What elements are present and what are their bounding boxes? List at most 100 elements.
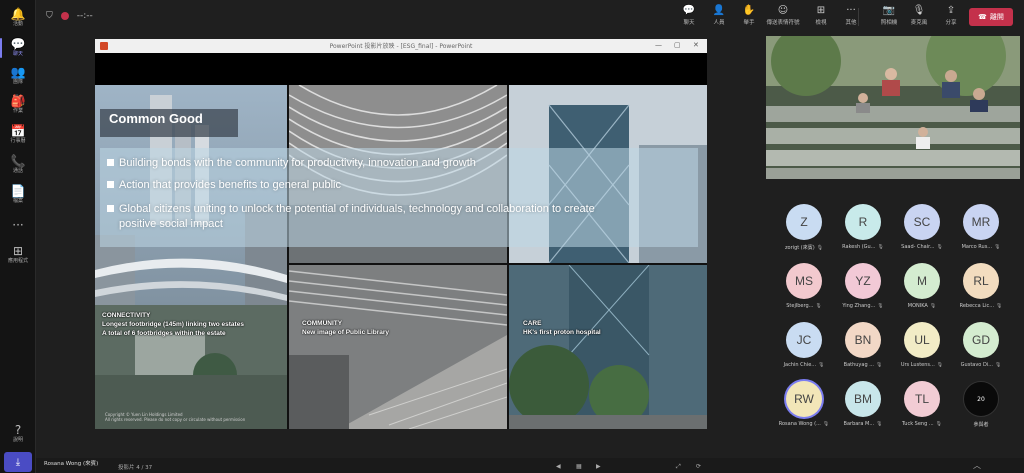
shared-window-title: PowerPoint 投影片放映 - [ESG_final] - PowerPo…	[329, 43, 473, 50]
rail-item-teams[interactable]: 👥 團隊	[0, 62, 36, 90]
caption-connectivity: CONNECTIVITY Longest footbridge (145m) l…	[102, 311, 244, 338]
participant-tile[interactable]: BN Bathuyag ... 🎙	[831, 314, 891, 374]
participant-tile[interactable]: YZ Ying Zhang... 🎙	[831, 255, 891, 315]
photo-hospital-street	[509, 265, 707, 429]
rail-item-more[interactable]: ···	[0, 211, 36, 239]
participant-tile[interactable]: RL Rebecca Lic... 🎙	[949, 255, 1009, 315]
mic-off-icon: 🎙	[996, 303, 1003, 309]
participant-name: Rebecca Lic... 🎙	[959, 303, 1003, 309]
more-button[interactable]: ··· 其他	[838, 5, 864, 31]
minimize-icon[interactable]: —	[655, 41, 662, 49]
rail-item-label: 通話	[12, 168, 23, 174]
bullet-3: Global citizens uniting to unlock the po…	[107, 203, 595, 215]
caption-community: COMMUNITY New image of Public Library	[302, 319, 389, 337]
toolbar-label: 分享	[945, 20, 957, 26]
view-button[interactable]: ⊞ 檢視	[808, 5, 834, 31]
participant-tile[interactable]: MS Stejlberg... 🎙	[772, 255, 832, 315]
rail-item-assignments[interactable]: 🎒 作業	[0, 91, 36, 119]
fullscreen-icon[interactable]: ⤢	[676, 463, 681, 471]
avatar: UL	[904, 322, 940, 358]
participant-gallery: Zzorigt (來賓) 🎙 R Rakesh (Gu... 🎙 SC Saad- Chai…	[766, 196, 1020, 446]
video-feed	[766, 36, 1020, 179]
chat-icon: 💬	[682, 5, 696, 16]
toolbar-label: 聊天	[683, 20, 695, 26]
participant-tile[interactable]: JC Jachin Chie... 🎙	[772, 314, 832, 374]
participant-tile[interactable]: R Rakesh (Gu... 🎙	[831, 196, 891, 256]
sync-icon[interactable]: ⟳	[696, 463, 701, 470]
participant-tile[interactable]: RW Rosana Wong (... 🎙	[772, 373, 832, 433]
slide-counter: 投影片 4 / 37	[118, 465, 153, 471]
share-button[interactable]: ⇪ 分享	[938, 5, 964, 31]
chat-button[interactable]: 💬 聊天	[676, 5, 702, 31]
mic-off-icon: 🎙	[822, 421, 830, 427]
slide-grid-icon[interactable]: ▦	[576, 463, 582, 470]
raise-hand-icon: ✋	[742, 5, 756, 16]
bullet-3-continued: positive social impact	[119, 218, 223, 230]
participant-count: 20	[963, 381, 999, 417]
more-participants-tile[interactable]: 20 參與者	[949, 373, 1009, 433]
avatar: BM	[845, 381, 881, 417]
next-slide-icon[interactable]: ▶	[596, 463, 601, 470]
participant-name: Jachin Chie... 🎙	[783, 362, 825, 368]
maximize-icon[interactable]: ▢	[674, 41, 681, 49]
participant-tile[interactable]: SC Saad- Chair... 🎙	[890, 196, 950, 256]
rail-item-label: 團隊	[12, 79, 23, 85]
rail-item-label: 活動	[12, 21, 23, 27]
caption-line: New image of Public Library	[302, 329, 390, 336]
camera-icon: 📷	[882, 5, 896, 16]
rail-item-chat[interactable]: 💬 聊天	[0, 34, 36, 62]
mic-off-icon: 🎙	[936, 244, 943, 250]
mic-off-icon: 🎙	[935, 421, 942, 427]
teams-icon: 👥	[10, 65, 26, 79]
people-icon: 👤	[712, 5, 726, 16]
rail-item-phone[interactable]: 📞 通話	[0, 151, 36, 179]
more-icon: ···	[12, 217, 24, 232]
mic-off-icon: 🎙	[877, 303, 884, 309]
reactions-icon: ☺	[777, 5, 789, 16]
video-feed-tile	[766, 36, 1020, 179]
reactions-button[interactable]: ☺ 傳送表情符號	[767, 5, 800, 31]
participant-tile[interactable]: Zzorigt (來賓) 🎙	[772, 196, 832, 256]
help-icon: ?	[14, 423, 22, 437]
toolbar-label: 傳送表情符號	[766, 20, 800, 26]
participant-tile[interactable]: TL Tuck Seng ... 🎙	[890, 373, 950, 433]
apps-icon: ⊞	[12, 244, 24, 258]
chevron-up-icon[interactable]: ︿	[973, 460, 981, 471]
participant-tile[interactable]: MR Marco Rus... 🎙	[949, 196, 1009, 256]
toolbar-label: 其他	[845, 20, 857, 26]
previous-slide-icon[interactable]: ◀	[556, 463, 561, 470]
caption-care: CARE HK's first proton hospital	[523, 319, 601, 337]
participant-name: Marco Rus... 🎙	[961, 244, 1001, 250]
microphone-button[interactable]: 🎙 麥克風	[906, 5, 932, 31]
slide-title: Common Good	[109, 111, 203, 126]
participant-name: Tuck Seng ... 🎙	[901, 421, 942, 427]
rail-item-file[interactable]: 📄 檔案	[0, 181, 36, 209]
participant-tile[interactable]: M MONIKA 🎙	[890, 255, 950, 315]
people-button[interactable]: 👤 人員	[706, 5, 732, 31]
leave-button[interactable]: ☎ 離開	[969, 8, 1013, 26]
shared-window-titlebar: PowerPoint 投影片放映 - [ESG_final] - PowerPo…	[95, 39, 707, 53]
bullet-1: Building bonds with the community for pr…	[107, 157, 476, 169]
slideshow-letterbox	[95, 53, 707, 85]
shared-screen: PowerPoint 投影片放映 - [ESG_final] - PowerPo…	[95, 39, 707, 429]
slide-copyright: Copyright © Yuen Lin Holdings Limited Al…	[105, 412, 246, 422]
download-button[interactable]: ⤓	[4, 452, 32, 472]
participant-tile[interactable]: GD Gustavo Di... 🎙	[949, 314, 1009, 374]
close-icon[interactable]: ✕	[693, 41, 699, 49]
slide: Common Good Building bonds with the comm…	[95, 85, 707, 429]
caption-line: HK's first proton hospital	[523, 329, 601, 336]
mic-off-icon: 🎙	[816, 245, 824, 251]
participant-tile[interactable]: BM Barbara M... 🎙	[831, 373, 891, 433]
mic-off-icon: 🎙	[936, 362, 944, 368]
rail-item-calendar[interactable]: 📅 行事曆	[0, 121, 36, 149]
rail-item-apps[interactable]: ⊞ 應用程式	[0, 241, 36, 269]
presenter-bar: Rosana Wong (來賓) 投影片 4 / 37 ◀ ▦ ▶ ⤢ ⟳	[36, 458, 1024, 473]
rail-item-bell[interactable]: 🔔 活動	[0, 4, 36, 32]
rail-item-help[interactable]: ? 說明	[0, 420, 36, 448]
avatar: Z	[786, 204, 822, 240]
raise-hand-button[interactable]: ✋ 舉手	[736, 5, 762, 31]
caption-heading: CONNECTIVITY	[102, 312, 151, 319]
camera-button[interactable]: 📷 照相機	[876, 5, 902, 31]
participant-tile[interactable]: UL Urs Lustens... 🎙	[890, 314, 950, 374]
microphone-icon: 🎙	[912, 5, 926, 16]
